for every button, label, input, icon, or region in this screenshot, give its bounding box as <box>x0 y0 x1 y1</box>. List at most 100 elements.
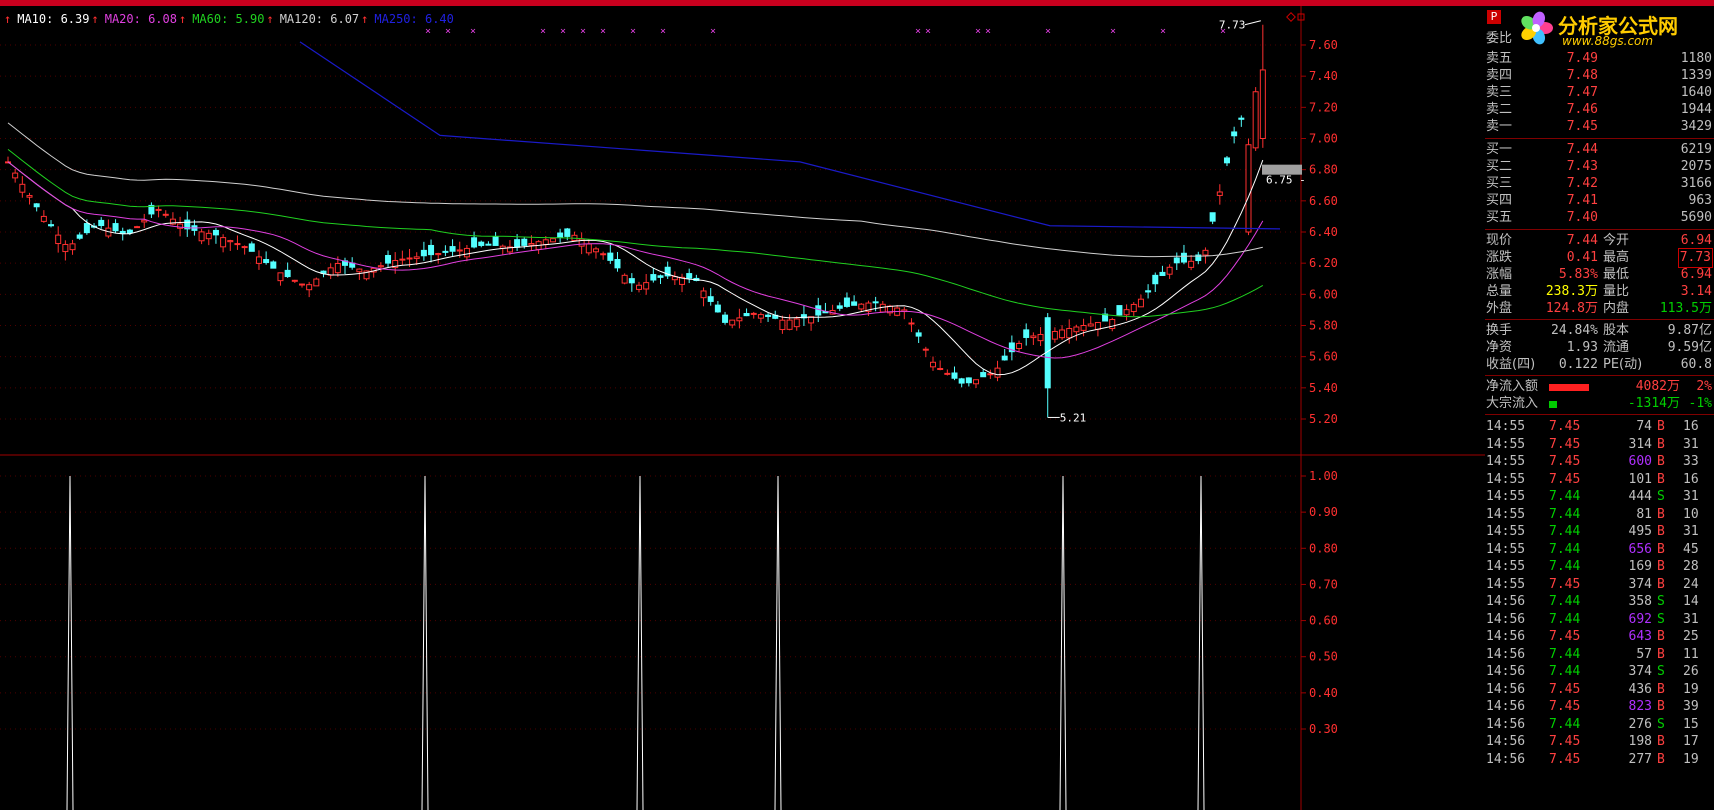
bid-label: 买二 <box>1486 159 1513 174</box>
tick-volume: 169 <box>1628 559 1652 574</box>
candle-body <box>377 265 384 268</box>
candle-body <box>650 274 657 281</box>
wei-bi-label: 委比 <box>1486 31 1513 46</box>
candle-body <box>1137 298 1144 308</box>
price-tick-label: 6.40 <box>1309 225 1338 239</box>
sub-tick-label: 0.60 <box>1309 614 1338 628</box>
bid-volume: 2075 <box>1680 159 1712 174</box>
tick-time: 14:55 <box>1486 541 1526 557</box>
stat-value: 0.41 <box>1566 250 1598 265</box>
candle-body <box>40 215 47 222</box>
tick-side: B <box>1657 681 1665 697</box>
candle-body <box>241 246 248 249</box>
tick-price: 7.44 <box>1549 506 1581 522</box>
tick-volume: 656 <box>1628 541 1652 557</box>
fund-label: 净资 <box>1486 340 1513 355</box>
kline-chart-svg[interactable]: 7.60 7.40 7.20 7.00 6.80 6.60 6.40 6.20 6.00 5.80… <box>0 6 1485 810</box>
signal-spike <box>66 475 74 810</box>
candle-body <box>815 305 822 316</box>
low-price-label: 5.21 <box>1060 411 1087 424</box>
bid-volume: 3166 <box>1680 176 1712 191</box>
ma-legend: ↑ MA10: 6.39 ↑ MA20: 6.08 ↑ MA60: 5.90 ↑ MA120:… <box>4 12 456 26</box>
stat-row: 现价 7.44 今开 6.94 <box>1485 232 1714 250</box>
tick-volume: 74 <box>1636 419 1652 434</box>
candle-body <box>1216 191 1223 196</box>
candle-body <box>1166 266 1173 275</box>
candle-body <box>521 238 528 246</box>
signal-x-icon: × <box>1110 26 1116 37</box>
tick-volume: 374 <box>1628 576 1652 592</box>
candle-body <box>779 319 786 331</box>
fund-value: 0.122 <box>1558 357 1598 372</box>
candle-body <box>55 234 62 245</box>
sub-tick-label: 0.80 <box>1309 541 1338 555</box>
tick-row: 14:56 7.45 277 B 19 <box>1485 751 1714 769</box>
candle-body <box>1116 305 1123 316</box>
candle-body <box>406 257 413 260</box>
stat-row: 外盘 124.8万 内盘 113.5万 <box>1485 300 1714 318</box>
candle-body <box>1180 252 1187 263</box>
candles-group <box>5 24 1266 418</box>
price-tick-label: 6.00 <box>1309 287 1338 301</box>
signal-spike <box>1059 475 1067 810</box>
candle-body <box>879 303 886 313</box>
tick-count: 25 <box>1683 629 1699 644</box>
stat-label: 现价 <box>1486 233 1513 248</box>
tick-side: B <box>1657 471 1665 487</box>
tick-row: 14:55 7.45 314 B 31 <box>1485 436 1714 454</box>
ask-label: 卖一 <box>1486 119 1513 134</box>
bid-volume: 5690 <box>1680 210 1712 225</box>
candle-body <box>306 284 313 291</box>
bid-label: 买一 <box>1486 142 1513 157</box>
candle-body <box>621 274 628 284</box>
tick-side: B <box>1657 506 1665 522</box>
tick-time: 14:55 <box>1486 576 1526 592</box>
tick-time: 14:56 <box>1486 699 1526 714</box>
signal-spike <box>1197 475 1205 810</box>
flow-row: 净流入额 4082万 2% <box>1485 378 1714 396</box>
stat-value-2: 7.73 <box>1677 248 1714 268</box>
candle-body <box>485 243 492 246</box>
sub-tick-label: 0.50 <box>1309 650 1338 664</box>
signal-x-icon: × <box>925 26 931 37</box>
candle-body <box>607 252 614 261</box>
fund-label: 换手 <box>1486 323 1513 338</box>
price-tick-label: 7.60 <box>1309 38 1338 52</box>
tick-side: B <box>1657 524 1665 539</box>
price-tick-label: 6.80 <box>1309 163 1338 177</box>
tick-side: B <box>1657 576 1665 592</box>
tick-price: 7.44 <box>1549 716 1581 732</box>
tick-row: 14:55 7.45 101 B 16 <box>1485 471 1714 489</box>
candle-body <box>248 243 255 252</box>
bid-volume: 6219 <box>1680 142 1712 157</box>
ma-legend-item: MA10: 6.39 <box>17 12 90 26</box>
candle-body <box>98 219 105 227</box>
tick-volume: 277 <box>1628 751 1652 767</box>
candle-body <box>643 282 650 290</box>
flow-value: -1314万 <box>1627 396 1680 411</box>
candle-body <box>141 219 148 223</box>
candle-body <box>757 314 764 319</box>
tick-row: 14:55 7.45 74 B 16 <box>1485 418 1714 436</box>
tick-row: 14:56 7.45 436 B 19 <box>1485 681 1714 699</box>
ask-price: 7.45 <box>1566 119 1598 134</box>
flow-value: 4082万 <box>1635 379 1680 394</box>
kline-chart-area[interactable]: 7.60 7.40 7.20 7.00 6.80 6.60 6.40 6.20 6.00 5.80… <box>0 6 1485 810</box>
tick-price: 7.45 <box>1549 471 1581 487</box>
candle-body <box>557 232 564 239</box>
candle-body <box>227 240 234 243</box>
ask-price: 7.47 <box>1566 85 1598 100</box>
fund-value-2: 9.59亿 <box>1667 340 1712 355</box>
candle-body <box>922 348 929 351</box>
tick-volume: 276 <box>1628 716 1652 732</box>
candle-body <box>1001 355 1008 361</box>
tick-side: S <box>1657 594 1665 609</box>
tick-price: 7.44 <box>1549 559 1581 574</box>
stat-label-2: 最低 <box>1603 267 1630 282</box>
candle-body <box>1087 323 1094 327</box>
candle-body <box>155 208 162 211</box>
fund-value-2: 60.8 <box>1680 357 1712 372</box>
p-badge-icon[interactable]: P <box>1487 10 1501 24</box>
fund-label-2: PE(动) <box>1603 357 1643 372</box>
candle-body <box>872 301 879 304</box>
